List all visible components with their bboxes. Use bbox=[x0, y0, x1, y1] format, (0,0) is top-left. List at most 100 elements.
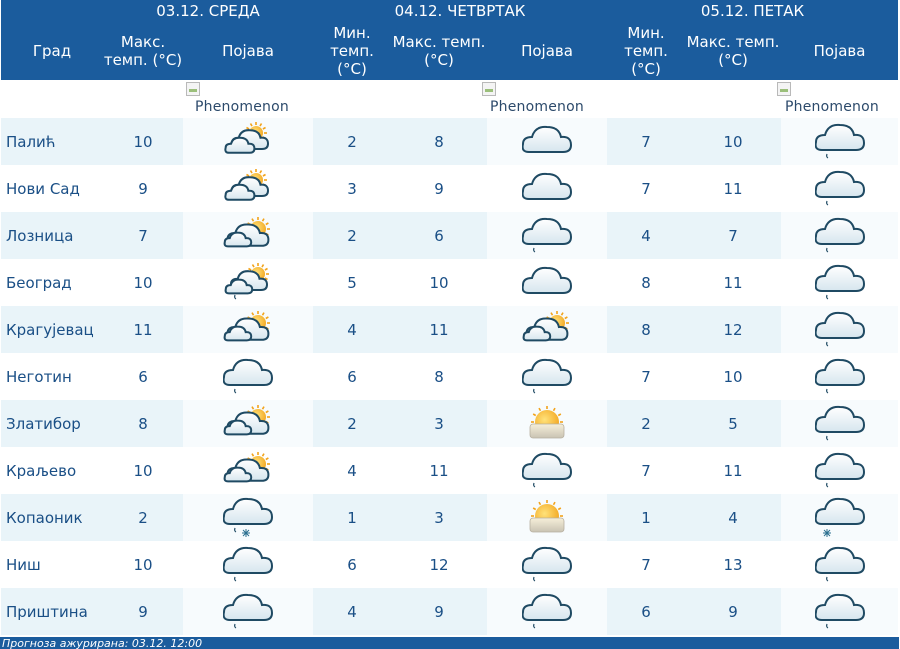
d1-phenomenon bbox=[183, 118, 313, 165]
d3-phenomenon bbox=[781, 588, 899, 635]
col-d1-phenomenon: Појава bbox=[183, 22, 313, 80]
d3-max-temp: 10 bbox=[685, 118, 782, 165]
header-blank bbox=[1, 0, 103, 22]
d3-min-temp: 1 bbox=[607, 494, 686, 541]
cloud-drizzle-icon bbox=[814, 311, 865, 347]
city-name: Ниш bbox=[1, 541, 103, 588]
phenomenon-alt-1: Phenomenon bbox=[195, 99, 289, 115]
d2-phenomenon bbox=[487, 494, 608, 541]
col-d3-min: Мин. темп. (°C) bbox=[607, 22, 686, 80]
phenomenon-alt-2: Phenomenon bbox=[490, 99, 584, 115]
broken-image-icon bbox=[777, 82, 791, 96]
cloudy-sun-icon bbox=[522, 310, 570, 341]
d3-min-temp: 8 bbox=[607, 259, 686, 306]
cloud-rain-snow-icon bbox=[223, 497, 273, 537]
d1-phenomenon bbox=[183, 353, 313, 400]
d2-min-temp: 1 bbox=[313, 494, 391, 541]
d2-max-temp: 11 bbox=[391, 447, 487, 494]
col-d3-max: Макс. темп. (°C) bbox=[685, 22, 782, 80]
d2-min-temp: 6 bbox=[313, 541, 391, 588]
partly-cloudy-sun-icon bbox=[224, 121, 270, 154]
d2-max-temp: 12 bbox=[391, 541, 487, 588]
d3-min-temp: 7 bbox=[607, 118, 686, 165]
d3-min-temp: 7 bbox=[607, 165, 686, 212]
table-row: Краљево 10 4 11 7 11 bbox=[1, 447, 899, 494]
d3-max-temp: 11 bbox=[685, 165, 782, 212]
cloud-drizzle-icon bbox=[814, 593, 865, 629]
table-row: Палић 10 2 8 7 10 bbox=[1, 118, 899, 165]
d2-min-temp: 2 bbox=[313, 212, 391, 259]
city-name: Златибор bbox=[1, 400, 103, 447]
cloud-drizzle-icon bbox=[223, 546, 273, 582]
d1-phenomenon bbox=[183, 165, 313, 212]
d3-max-temp: 4 bbox=[685, 494, 782, 541]
table-row: Ниш 10 6 12 7 13 bbox=[1, 541, 899, 588]
d2-max-temp: 8 bbox=[391, 118, 487, 165]
col-city: Град bbox=[1, 22, 103, 80]
d3-min-temp: 6 bbox=[607, 588, 686, 635]
cloud-drizzle-icon bbox=[522, 546, 573, 582]
city-name: Приштина bbox=[1, 588, 103, 635]
cloud-drizzle-icon bbox=[522, 358, 573, 394]
city-name: Београд bbox=[1, 259, 103, 306]
d2-phenomenon bbox=[487, 400, 608, 447]
d1-phenomenon bbox=[183, 588, 313, 635]
d2-min-temp: 2 bbox=[313, 400, 391, 447]
partly-cloudy-sun-icon bbox=[224, 168, 270, 201]
d2-max-temp: 11 bbox=[391, 306, 487, 353]
table-row: Крагујевац 11 4 11 8 12 bbox=[1, 306, 899, 353]
cloud-drizzle-icon bbox=[522, 217, 573, 253]
city-name: Лозница bbox=[1, 212, 103, 259]
d1-max-temp: 10 bbox=[103, 259, 183, 306]
d1-max-temp: 9 bbox=[103, 165, 183, 212]
city-name: Палић bbox=[1, 118, 103, 165]
table-row: Златибор 8 2 3 2 5 bbox=[1, 400, 899, 447]
d2-min-temp: 4 bbox=[313, 447, 391, 494]
d2-max-temp: 10 bbox=[391, 259, 487, 306]
phenomenon-legend-row: Phenomenon Phenomenon Phenomenon bbox=[1, 80, 899, 118]
d3-phenomenon bbox=[781, 447, 899, 494]
d3-phenomenon bbox=[781, 259, 899, 306]
fog-sun-icon bbox=[529, 405, 565, 438]
city-name: Неготин bbox=[1, 353, 103, 400]
d2-max-temp: 3 bbox=[391, 494, 487, 541]
cloud-drizzle-icon bbox=[814, 452, 865, 488]
d1-max-temp: 8 bbox=[103, 400, 183, 447]
broken-image-icon bbox=[482, 82, 496, 96]
d2-phenomenon bbox=[487, 541, 608, 588]
city-name: Краљево bbox=[1, 447, 103, 494]
d1-max-temp: 6 bbox=[103, 353, 183, 400]
d2-min-temp: 5 bbox=[313, 259, 391, 306]
d1-max-temp: 11 bbox=[103, 306, 183, 353]
cloud-drizzle-icon bbox=[522, 452, 573, 488]
col-d3-phenomenon: Појава bbox=[781, 22, 899, 80]
d3-min-temp: 7 bbox=[607, 353, 686, 400]
d3-max-temp: 5 bbox=[685, 400, 782, 447]
d1-phenomenon bbox=[183, 400, 313, 447]
col-d2-min: Мин. темп. (°C) bbox=[313, 22, 391, 80]
phenomenon-alt-3: Phenomenon bbox=[785, 99, 879, 115]
d3-max-temp: 7 bbox=[685, 212, 782, 259]
d2-max-temp: 9 bbox=[391, 588, 487, 635]
d3-max-temp: 9 bbox=[685, 588, 782, 635]
update-footer: Прогноза ажурирана: 03.12. 12:00 bbox=[0, 637, 899, 649]
cloud-drizzle-icon bbox=[814, 123, 865, 159]
d3-max-temp: 11 bbox=[685, 447, 782, 494]
d3-min-temp: 7 bbox=[607, 541, 686, 588]
d2-min-temp: 4 bbox=[313, 588, 391, 635]
d2-min-temp: 4 bbox=[313, 306, 391, 353]
d3-phenomenon bbox=[781, 165, 899, 212]
forecast-table: 03.12. СРЕДА 04.12. ЧЕТВРТАК 05.12. ПЕТА… bbox=[1, 0, 899, 635]
cloud-drizzle-icon bbox=[814, 217, 865, 253]
cloud-icon bbox=[522, 125, 573, 153]
cloudy-sun-icon bbox=[223, 310, 270, 341]
city-name: Крагујевац bbox=[1, 306, 103, 353]
table-row: Неготин 6 6 8 7 10 bbox=[1, 353, 899, 400]
d3-min-temp: 8 bbox=[607, 306, 686, 353]
cloud-drizzle-icon bbox=[522, 593, 573, 629]
d1-max-temp: 7 bbox=[103, 212, 183, 259]
col-d2-max: Макс. темп. (°C) bbox=[391, 22, 487, 80]
forecast-widget: 03.12. СРЕДА 04.12. ЧЕТВРТАК 05.12. ПЕТА… bbox=[0, 0, 900, 649]
d3-min-temp: 4 bbox=[607, 212, 686, 259]
table-row: Приштина 9 4 9 6 9 bbox=[1, 588, 899, 635]
